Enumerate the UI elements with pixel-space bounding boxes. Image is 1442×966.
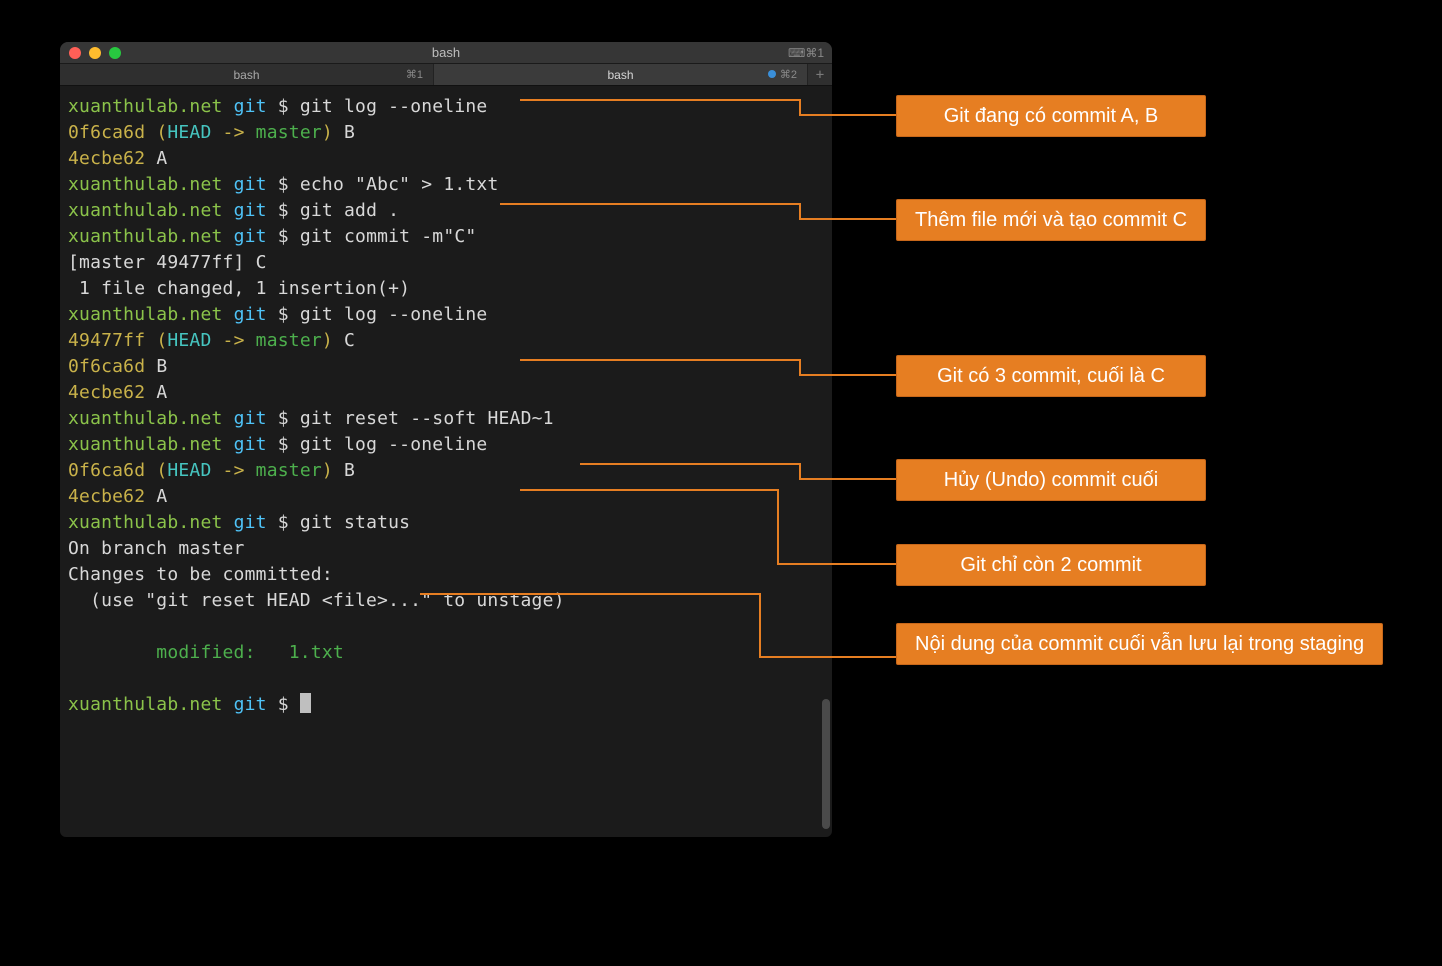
window-title: bash: [60, 45, 832, 60]
terminal-line: 0f6ca6d (HEAD -> master) B: [64, 120, 826, 146]
callout-6: Nội dung của commit cuối vẫn lưu lại tro…: [896, 623, 1383, 665]
terminal-window: bash ⌨⌘1 bash ⌘1 bash ⌘2 + xuanthulab.ne…: [60, 42, 832, 837]
window-shortcut-hint: ⌨⌘1: [788, 46, 824, 60]
terminal-body[interactable]: xuanthulab.net git $ git log --oneline0f…: [60, 86, 832, 837]
terminal-line: xuanthulab.net git $: [64, 692, 826, 718]
callout-2: Thêm file mới và tạo commit C: [896, 199, 1206, 241]
terminal-line: xuanthulab.net git $ git commit -m"C": [64, 224, 826, 250]
traffic-lights: [69, 47, 121, 59]
scrollbar[interactable]: [822, 94, 830, 829]
minimize-icon[interactable]: [89, 47, 101, 59]
terminal-line: [64, 666, 826, 692]
terminal-line: xuanthulab.net git $ git log --oneline: [64, 302, 826, 328]
close-icon[interactable]: [69, 47, 81, 59]
terminal-line: 4ecbe62 A: [64, 146, 826, 172]
terminal-line: xuanthulab.net git $ git status: [64, 510, 826, 536]
terminal-line: 49477ff (HEAD -> master) C: [64, 328, 826, 354]
terminal-line: (use "git reset HEAD <file>..." to unsta…: [64, 588, 826, 614]
terminal-line: xuanthulab.net git $ echo "Abc" > 1.txt: [64, 172, 826, 198]
callout-5: Git chỉ còn 2 commit: [896, 544, 1206, 586]
terminal-line: 0f6ca6d (HEAD -> master) B: [64, 458, 826, 484]
cursor-icon: [300, 693, 311, 713]
terminal-line: 4ecbe62 A: [64, 380, 826, 406]
titlebar: bash ⌨⌘1: [60, 42, 832, 64]
maximize-icon[interactable]: [109, 47, 121, 59]
tab-shortcut: ⌘2: [768, 68, 797, 81]
callout-4: Hủy (Undo) commit cuối: [896, 459, 1206, 501]
terminal-line: 4ecbe62 A: [64, 484, 826, 510]
terminal-line: On branch master: [64, 536, 826, 562]
tab-label: bash: [233, 68, 259, 82]
tab-bash-1[interactable]: bash ⌘1: [60, 64, 434, 85]
terminal-line: xuanthulab.net git $ git log --oneline: [64, 94, 826, 120]
terminal-line: xuanthulab.net git $ git log --oneline: [64, 432, 826, 458]
tab-bar: bash ⌘1 bash ⌘2 +: [60, 64, 832, 86]
callout-3: Git có 3 commit, cuối là C: [896, 355, 1206, 397]
terminal-line: [64, 614, 826, 640]
terminal-line: xuanthulab.net git $ git reset --soft HE…: [64, 406, 826, 432]
callout-1: Git đang có commit A, B: [896, 95, 1206, 137]
tab-bash-2[interactable]: bash ⌘2: [434, 64, 808, 85]
terminal-line: 1 file changed, 1 insertion(+): [64, 276, 826, 302]
terminal-line: [master 49477ff] C: [64, 250, 826, 276]
new-tab-button[interactable]: +: [808, 64, 832, 85]
tab-label: bash: [607, 68, 633, 82]
terminal-line: Changes to be committed:: [64, 562, 826, 588]
dirty-indicator-icon: [768, 70, 776, 78]
terminal-line: 0f6ca6d B: [64, 354, 826, 380]
scrollbar-thumb[interactable]: [822, 699, 830, 829]
terminal-line: xuanthulab.net git $ git add .: [64, 198, 826, 224]
tab-shortcut: ⌘1: [406, 68, 423, 81]
terminal-line: modified: 1.txt: [64, 640, 826, 666]
